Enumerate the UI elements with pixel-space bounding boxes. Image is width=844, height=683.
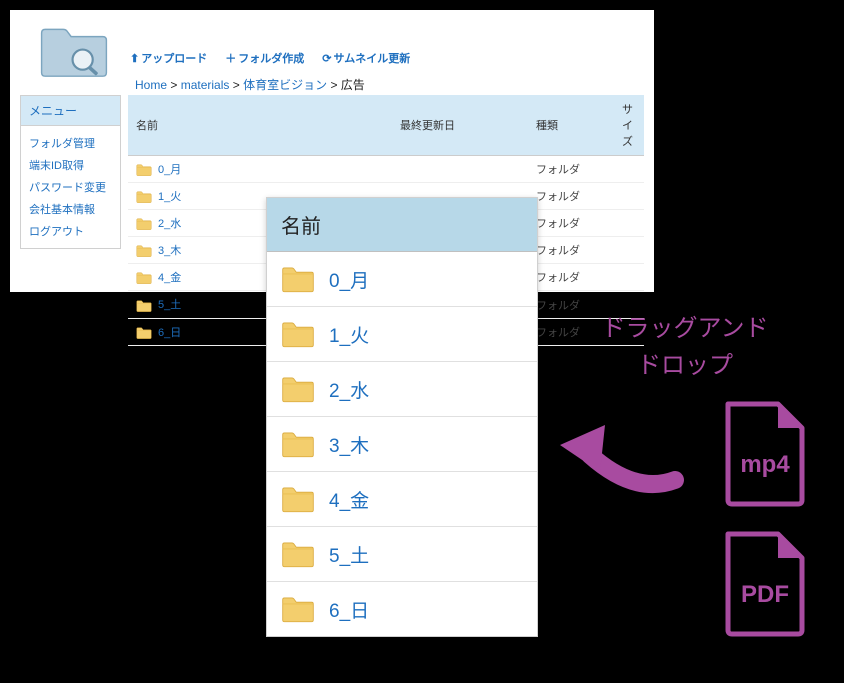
file-type-icons: mp4 PDF (720, 400, 810, 638)
row-name-label: 5_土 (158, 299, 181, 311)
toolbar: ⬆アップロード ＋フォルダ作成 ⟳サムネイル更新 (130, 50, 410, 66)
app-logo-icon (38, 22, 110, 80)
col-header-type[interactable]: 種類 (528, 95, 614, 156)
col-header-size[interactable]: サイズ (614, 95, 644, 156)
folder-icon (136, 244, 152, 258)
sidebar-item-terminal-id[interactable]: 端末ID取得 (29, 154, 112, 176)
row-name-label: 3_木 (158, 245, 181, 257)
row-name-label: 4_金 (158, 272, 181, 284)
zoom-row[interactable]: 6_日 (267, 582, 537, 636)
sidebar-item-company-info[interactable]: 会社基本情報 (29, 198, 112, 220)
folder-icon (136, 271, 152, 285)
zoom-row-label: 1_火 (329, 321, 369, 348)
zoom-row-label: 6_日 (329, 596, 369, 623)
sidebar-item-logout[interactable]: ログアウト (29, 220, 112, 242)
row-name-label: 0_月 (158, 164, 181, 176)
breadcrumb-taiku[interactable]: 体育室ビジョン (243, 78, 327, 92)
row-size-cell (614, 264, 644, 291)
folder-icon (136, 190, 152, 204)
row-type-cell: フォルダ (528, 156, 614, 183)
folder-icon (281, 374, 315, 404)
row-type-cell: フォルダ (528, 264, 614, 291)
row-type-cell: フォルダ (528, 237, 614, 264)
breadcrumb-sep: > (170, 78, 180, 92)
upload-button[interactable]: ⬆アップロード (130, 50, 207, 66)
folder-icon (281, 319, 315, 349)
breadcrumb-materials[interactable]: materials (181, 78, 230, 92)
sidebar-item-folder-mgmt[interactable]: フォルダ管理 (29, 132, 112, 154)
folder-icon (136, 163, 152, 177)
refresh-icon: ⟳ (322, 52, 331, 65)
zoom-row[interactable]: 2_水 (267, 362, 537, 417)
zoom-row[interactable]: 3_木 (267, 417, 537, 472)
zoom-row-label: 3_木 (329, 431, 369, 458)
mp4-label: mp4 (740, 451, 790, 478)
sidebar-item-change-password[interactable]: パスワード変更 (29, 176, 112, 198)
zoom-row[interactable]: 4_金 (267, 472, 537, 527)
folder-icon (281, 484, 315, 514)
zoom-row[interactable]: 5_土 (267, 527, 537, 582)
col-header-name[interactable]: 名前 (128, 95, 392, 156)
sidebar-title: メニュー (20, 95, 121, 125)
refresh-thumbnails-button[interactable]: ⟳サムネイル更新 (322, 50, 410, 66)
zoom-panel-header: 名前 (267, 198, 537, 252)
breadcrumb-current: 広告 (341, 78, 365, 92)
arrow-icon (555, 410, 685, 500)
pdf-file-icon[interactable]: PDF (720, 530, 810, 638)
row-name-label: 2_水 (158, 218, 181, 230)
breadcrumb-home[interactable]: Home (135, 78, 167, 92)
annotation-line2: ドロップ (560, 347, 810, 384)
header: ⬆アップロード ＋フォルダ作成 ⟳サムネイル更新 Home > material… (10, 10, 654, 95)
upload-icon: ⬆ (130, 52, 139, 65)
annotation-line1: ドラッグアンド (560, 310, 810, 347)
row-type-cell: フォルダ (528, 183, 614, 210)
folder-icon (136, 217, 152, 231)
zoom-row-label: 0_月 (329, 266, 369, 293)
row-name-cell[interactable]: 0_月 (128, 156, 392, 183)
row-size-cell (614, 210, 644, 237)
zoom-row-label: 2_水 (329, 376, 369, 403)
sidebar: メニュー フォルダ管理 端末ID取得 パスワード変更 会社基本情報 ログアウト (20, 95, 121, 346)
breadcrumb-sep: > (330, 78, 340, 92)
row-size-cell (614, 237, 644, 264)
breadcrumb: Home > materials > 体育室ビジョン > 広告 (135, 76, 365, 93)
row-size-cell (614, 183, 644, 210)
row-size-cell (614, 156, 644, 183)
zoom-row-label: 4_金 (329, 486, 369, 513)
row-name-label: 1_火 (158, 191, 181, 203)
zoom-row[interactable]: 0_月 (267, 252, 537, 307)
create-folder-button[interactable]: ＋フォルダ作成 (225, 50, 304, 66)
zoom-row[interactable]: 1_火 (267, 307, 537, 362)
zoom-row-label: 5_土 (329, 541, 369, 568)
folder-icon (281, 429, 315, 459)
plus-icon: ＋ (225, 50, 236, 66)
mp4-file-icon[interactable]: mp4 (720, 400, 810, 508)
folder-icon (136, 326, 152, 340)
col-header-updated[interactable]: 最終更新日 (392, 95, 528, 156)
folder-icon (136, 299, 152, 313)
breadcrumb-sep: > (233, 78, 243, 92)
row-updated-cell (392, 156, 528, 183)
annotation-drag-and-drop: ドラッグアンド ドロップ (560, 310, 810, 384)
sidebar-menu: フォルダ管理 端末ID取得 パスワード変更 会社基本情報 ログアウト (20, 125, 121, 249)
row-type-cell: フォルダ (528, 210, 614, 237)
row-name-label: 6_日 (158, 327, 181, 339)
folder-icon (281, 539, 315, 569)
table-row[interactable]: 0_月 フォルダ (128, 156, 644, 183)
folder-list-zoom-panel: 名前 0_月 1_火 2_水 3_木 4_金 5_土 6_日 (266, 197, 538, 637)
pdf-label: PDF (741, 581, 789, 608)
folder-icon (281, 594, 315, 624)
folder-icon (281, 264, 315, 294)
